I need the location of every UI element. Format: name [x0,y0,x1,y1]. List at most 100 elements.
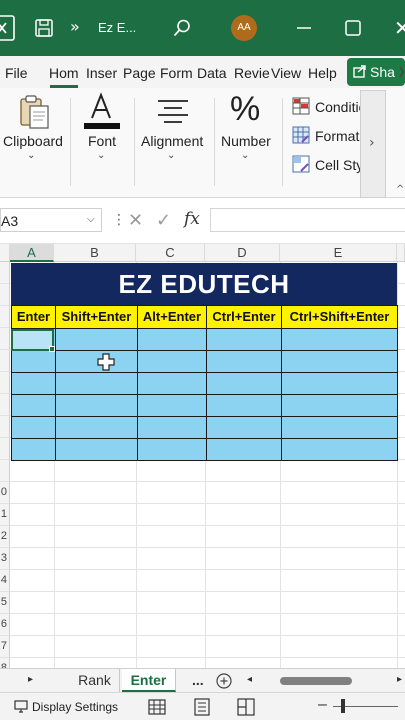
row-header[interactable] [0,328,10,350]
data-cell[interactable] [206,394,282,417]
tab-review[interactable]: Revie [234,65,270,81]
row-header[interactable] [0,438,10,460]
formula-options-icon[interactable]: ⋮ [112,212,126,228]
data-cell[interactable] [206,416,282,439]
data-cell[interactable] [281,350,398,373]
data-cell[interactable] [137,372,207,395]
zoom-slider-thumb[interactable] [341,699,345,713]
data-cell[interactable] [206,372,282,395]
save-icon[interactable] [34,18,54,38]
sheet-tab-enter[interactable]: Enter [122,669,176,692]
page-layout-view-icon[interactable] [193,698,211,716]
more-commands-icon[interactable]: » [70,17,80,36]
row-header[interactable]: 2 [0,526,10,548]
spreadsheet-grid[interactable]: A B C D E 0 1 2 3 4 5 6 7 8 EZ EDUTECH Enter Shift+Enter… [0,244,405,668]
name-box[interactable]: A3 ⌵ [0,208,102,232]
tab-data[interactable]: Data [197,65,227,81]
minimize-icon[interactable] [294,18,314,38]
clipboard-group[interactable]: Clipboard ⌄ [0,88,66,198]
column-header[interactable]: C [136,244,205,262]
enter-check-icon[interactable]: ✓ [156,210,171,231]
font-group[interactable]: Font ⌄ [74,88,130,198]
cancel-icon[interactable]: ✕ [128,210,143,231]
data-cell[interactable] [206,438,282,461]
maximize-icon[interactable] [344,19,362,37]
overflow-chevron-icon[interactable] [397,64,405,80]
row-header[interactable]: 5 [0,592,10,614]
data-cell[interactable] [11,438,56,461]
row-header[interactable] [0,350,10,372]
header-cell[interactable]: Alt+Enter [137,305,207,329]
row-header[interactable]: 4 [0,570,10,592]
header-cell[interactable]: Enter [11,305,56,329]
row-header[interactable] [0,306,10,328]
fill-handle[interactable] [49,346,55,352]
row-header[interactable] [0,372,10,394]
data-cell[interactable] [137,394,207,417]
collapse-ribbon-icon[interactable]: ^ [396,184,404,195]
banner-title[interactable]: EZ EDUTECH [11,263,397,305]
horizontal-scrollbar[interactable] [280,677,352,685]
data-cell[interactable] [281,328,398,351]
data-cell[interactable] [55,438,138,461]
data-cell[interactable] [206,328,282,351]
sheet-nav-right-icon[interactable]: ▸ [28,674,33,685]
data-cell[interactable] [281,416,398,439]
data-cell[interactable] [55,416,138,439]
add-sheet-icon[interactable] [216,673,232,689]
data-cell[interactable] [11,350,56,373]
ribbon-scroll-right-button[interactable]: › [360,90,386,198]
data-cell[interactable] [55,394,138,417]
row-header[interactable]: 6 [0,614,10,636]
row-header[interactable]: 1 [0,504,10,526]
tab-view[interactable]: View [271,65,301,81]
data-cell[interactable] [206,350,282,373]
document-title[interactable]: Ez E... [98,20,136,35]
row-header[interactable] [0,262,10,284]
close-icon[interactable]: ✕ [394,16,405,40]
insert-function-icon[interactable]: fx [184,209,200,229]
tab-page-layout[interactable]: Page [123,65,156,81]
number-group[interactable]: % Number ⌄ [218,88,276,198]
user-avatar[interactable]: AA [231,15,257,41]
data-cell[interactable] [281,372,398,395]
normal-view-icon[interactable] [148,698,166,716]
data-cell[interactable] [11,394,56,417]
header-cell[interactable]: Shift+Enter [55,305,138,329]
data-cell[interactable] [11,416,56,439]
row-header[interactable] [0,416,10,438]
header-cell[interactable]: Ctrl+Enter [206,305,282,329]
page-break-view-icon[interactable] [237,698,255,716]
alignment-group[interactable]: Alignment ⌄ [138,88,210,198]
data-cell[interactable] [281,438,398,461]
data-cell[interactable] [137,416,207,439]
row-header[interactable] [0,460,10,482]
column-header[interactable]: B [54,244,136,262]
tab-file[interactable]: File [5,65,28,81]
tab-formulas[interactable]: Form [160,65,193,81]
more-sheets-button[interactable]: ... [192,672,204,688]
zoom-out-button[interactable]: – [318,696,327,714]
sheet-tab-rank[interactable]: Rank [70,669,120,692]
column-header[interactable]: A [10,244,54,262]
select-all-corner[interactable] [0,244,10,262]
scroll-right-icon[interactable]: ▸ [397,674,402,685]
data-cell[interactable] [137,438,207,461]
header-cell[interactable]: Ctrl+Shift+Enter [281,305,398,329]
data-cell[interactable] [281,394,398,417]
row-header[interactable]: 3 [0,548,10,570]
search-icon[interactable] [172,18,192,38]
excel-logo-icon[interactable] [0,14,16,42]
row-header[interactable]: 7 [0,636,10,658]
column-header[interactable]: D [205,244,280,262]
tab-insert[interactable]: Inser [86,65,117,81]
row-header[interactable] [0,284,10,306]
column-header[interactable]: E [280,244,397,262]
column-header[interactable] [397,244,405,262]
data-cell[interactable] [55,372,138,395]
tab-help[interactable]: Help [308,65,337,81]
data-cell[interactable] [55,328,138,351]
data-cell[interactable] [11,372,56,395]
tab-home[interactable]: Hom [49,65,79,81]
row-header[interactable]: 8 [0,658,10,668]
